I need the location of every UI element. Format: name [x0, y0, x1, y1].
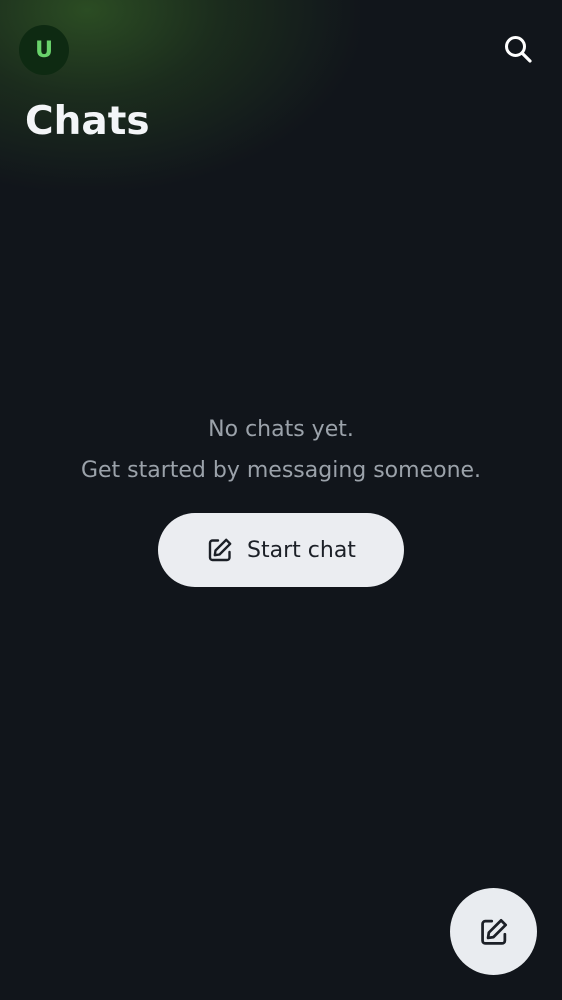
empty-state: No chats yet. Get started by messaging s… [0, 409, 562, 491]
start-chat-button[interactable]: Start chat [158, 513, 404, 587]
page-title: Chats [25, 99, 150, 144]
chats-screen: U Chats No chats yet. Get started by mes… [0, 0, 562, 1000]
compose-icon [206, 536, 234, 564]
empty-state-message: Get started by messaging someone. [80, 458, 482, 483]
empty-state-title: No chats yet. [208, 417, 354, 442]
start-chat-label: Start chat [247, 537, 356, 563]
search-icon [503, 34, 533, 64]
avatar-initial: U [35, 37, 53, 63]
user-avatar[interactable]: U [19, 25, 69, 75]
compose-icon [478, 916, 510, 948]
search-button[interactable] [496, 27, 540, 71]
top-bar: U [0, 0, 562, 100]
compose-fab-button[interactable] [450, 888, 537, 975]
